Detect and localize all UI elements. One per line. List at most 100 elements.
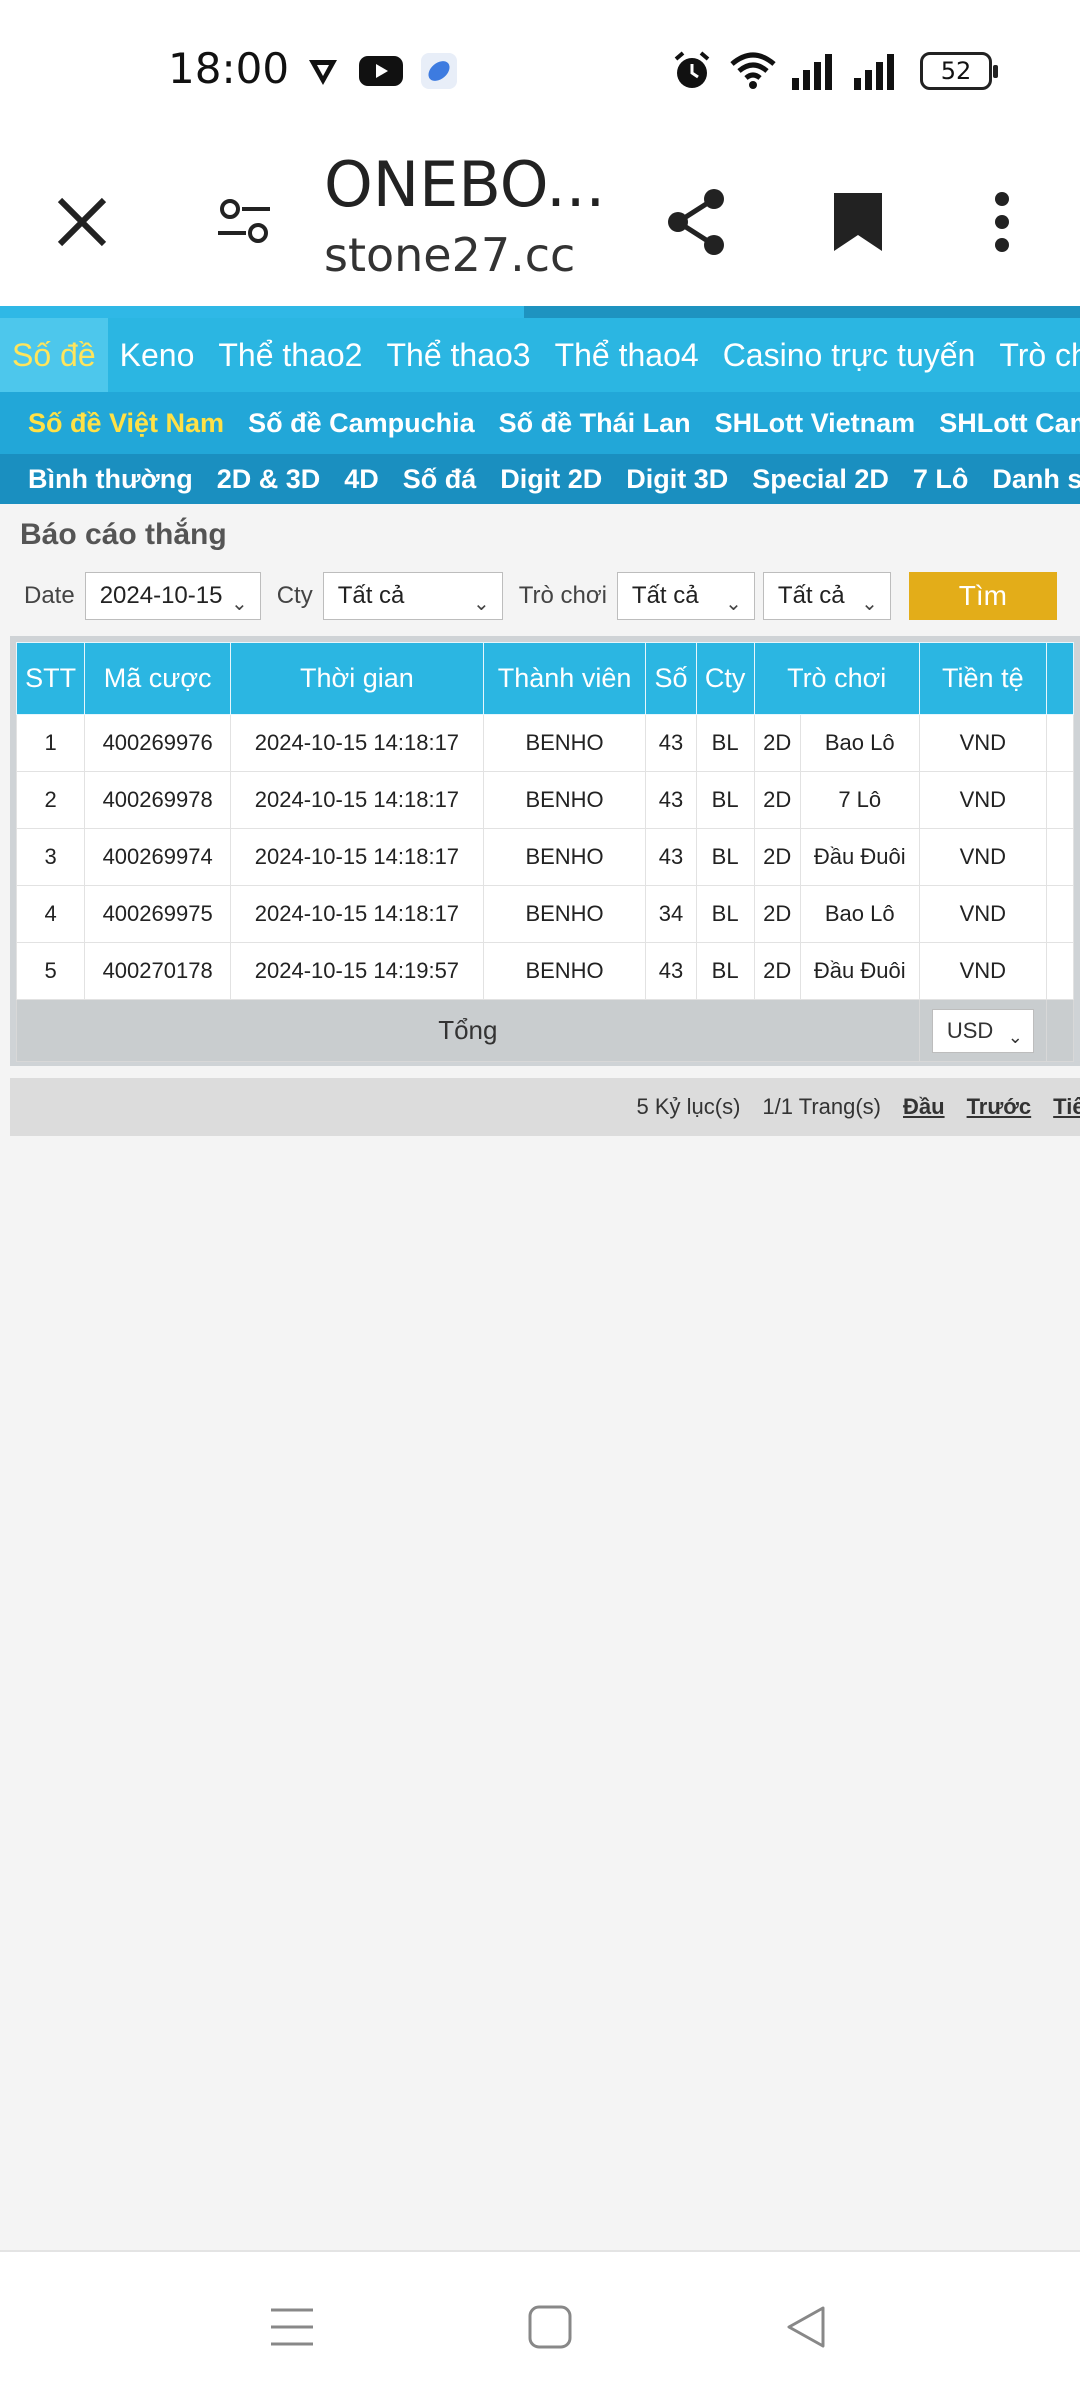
main-nav: Số đề Keno Thể thao2 Thể thao3 Thể thao4… bbox=[0, 318, 1080, 392]
table-total-row: Tổng USD ⌄ bbox=[16, 999, 1075, 1062]
cell-code: 400269976 bbox=[84, 714, 232, 772]
total-label: Tổng bbox=[16, 999, 920, 1062]
youtube-icon bbox=[359, 56, 403, 86]
prev-page-link[interactable]: Trước bbox=[967, 1094, 1032, 1120]
nav-main-tro-choi[interactable]: Trò cho bbox=[987, 318, 1080, 392]
cell-currency: VND bbox=[918, 714, 1047, 772]
cell-currency: VND bbox=[918, 771, 1047, 829]
game-label: Trò chơi bbox=[518, 582, 607, 609]
cell-game-type: 2D bbox=[753, 771, 801, 829]
cell-currency: VND bbox=[918, 828, 1047, 886]
cell-code: 400269974 bbox=[84, 828, 232, 886]
nav-main-keno[interactable]: Keno bbox=[108, 318, 207, 392]
nav-sub-campuchia[interactable]: Số đề Campuchia bbox=[236, 392, 487, 454]
app-icon bbox=[421, 53, 457, 89]
more-options-button[interactable] bbox=[954, 174, 1050, 270]
nav-type-digit-2d[interactable]: Digit 2D bbox=[488, 454, 614, 504]
more-vert-icon bbox=[995, 192, 1009, 252]
cell-game-type: 2D bbox=[753, 885, 801, 943]
back-icon bbox=[787, 2306, 825, 2348]
first-page-link[interactable]: Đầu bbox=[903, 1094, 945, 1120]
nav-sub-shlott-camb[interactable]: SHLott Camb bbox=[927, 392, 1080, 454]
date-select[interactable]: 2024-10-15 ⌄ bbox=[84, 572, 261, 620]
cell-game: Đầu Đuôi bbox=[799, 828, 920, 886]
cell-overflow bbox=[1045, 771, 1075, 829]
cell-member: BENHO bbox=[482, 942, 647, 1000]
close-tab-button[interactable] bbox=[34, 174, 130, 270]
cell-number: 43 bbox=[645, 828, 697, 886]
screen: 18:00 52 ONEBO... stone27.cc Số đề Keno … bbox=[0, 0, 1080, 2400]
cell-member: BENHO bbox=[482, 714, 647, 772]
cell-cty: BL bbox=[695, 714, 755, 772]
nav-main-casino[interactable]: Casino trực tuyến bbox=[711, 318, 988, 392]
col-currency: Tiền tệ bbox=[918, 642, 1047, 715]
game-type-select[interactable]: Tất cả ⌄ bbox=[762, 572, 891, 620]
table-body: 1 400269976 2024-10-15 14:18:17 BENHO 43… bbox=[15, 714, 1075, 1062]
bookmark-icon bbox=[834, 193, 882, 251]
share-button[interactable] bbox=[648, 174, 744, 270]
page-count: 1/1 Trang(s) bbox=[762, 1094, 882, 1119]
cell-game-type: 2D bbox=[753, 714, 801, 772]
cell-overflow bbox=[1045, 999, 1075, 1062]
next-page-link[interactable]: Tiếp bbox=[1053, 1094, 1080, 1120]
table-row: 5 400270178 2024-10-15 14:19:57 BENHO 43… bbox=[15, 942, 1075, 1000]
nav-type-digit-3d[interactable]: Digit 3D bbox=[614, 454, 740, 504]
cty-select[interactable]: Tất cả ⌄ bbox=[322, 572, 503, 620]
sub-nav: Số đề Việt Nam Số đề Campuchia Số đề Thá… bbox=[0, 392, 1080, 454]
cell-stt: 3 bbox=[15, 828, 86, 886]
nav-type-4d[interactable]: 4D bbox=[332, 454, 391, 504]
nav-type-danh-sach[interactable]: Danh sách bbox=[980, 454, 1080, 504]
col-number: Số bbox=[645, 642, 697, 715]
nav-type-7-lo[interactable]: 7 Lô bbox=[901, 454, 981, 504]
game-select[interactable]: Tất cả ⌄ bbox=[616, 572, 755, 620]
system-nav-bar bbox=[0, 2250, 1080, 2400]
page-progress-track bbox=[524, 306, 1080, 318]
cell-stt: 5 bbox=[15, 942, 86, 1000]
currency-select[interactable]: USD ⌄ bbox=[931, 1008, 1034, 1053]
cty-label: Cty bbox=[276, 582, 313, 609]
page-url[interactable]: stone27.cc bbox=[324, 228, 575, 282]
recent-apps-button[interactable] bbox=[252, 2292, 332, 2362]
nav-main-so-de[interactable]: Số đề bbox=[0, 318, 108, 392]
bookmark-button[interactable] bbox=[810, 174, 906, 270]
table-row: 4 400269975 2024-10-15 14:18:17 BENHO 34… bbox=[15, 885, 1075, 943]
site-settings-button[interactable] bbox=[196, 174, 292, 270]
nav-type-binh-thuong[interactable]: Bình thường bbox=[16, 454, 205, 504]
nav-sub-shlott-vietnam[interactable]: SHLott Vietnam bbox=[703, 392, 928, 454]
game-type-value: Tất cả bbox=[777, 582, 845, 609]
nav-sub-vietnam[interactable]: Số đề Việt Nam bbox=[16, 392, 236, 454]
chevron-down-icon: ⌄ bbox=[861, 593, 878, 615]
nav-type-so-da[interactable]: Số đá bbox=[391, 454, 489, 504]
status-time: 18:00 bbox=[168, 44, 290, 93]
cell-cty: BL bbox=[695, 942, 755, 1000]
cty-value: Tất cả bbox=[337, 582, 405, 609]
col-time: Thời gian bbox=[230, 642, 484, 715]
home-button[interactable] bbox=[510, 2292, 590, 2362]
alarm-icon bbox=[674, 51, 710, 88]
cell-game: Bao Lô bbox=[799, 714, 920, 772]
cell-stt: 1 bbox=[15, 714, 86, 772]
home-icon bbox=[528, 2305, 572, 2349]
wifi-icon bbox=[730, 52, 776, 89]
cell-number: 43 bbox=[645, 714, 697, 772]
nav-main-the-thao4[interactable]: Thể thao4 bbox=[543, 318, 711, 392]
record-count: 5 Kỷ lục(s) bbox=[636, 1094, 741, 1119]
nav-type-special-2d[interactable]: Special 2D bbox=[740, 454, 901, 504]
nav-main-the-thao3[interactable]: Thể thao3 bbox=[374, 318, 542, 392]
nav-main-the-thao2[interactable]: Thể thao2 bbox=[206, 318, 374, 392]
cell-overflow bbox=[1045, 714, 1075, 772]
cell-time: 2024-10-15 14:18:17 bbox=[230, 714, 484, 772]
game-value: Tất cả bbox=[631, 582, 699, 609]
cell-code: 400270178 bbox=[84, 942, 232, 1000]
search-button[interactable]: Tìm bbox=[908, 572, 1057, 620]
cell-time: 2024-10-15 14:19:57 bbox=[230, 942, 484, 1000]
cell-number: 43 bbox=[645, 771, 697, 829]
back-button[interactable] bbox=[766, 2292, 846, 2362]
table-row: 2 400269978 2024-10-15 14:18:17 BENHO 43… bbox=[15, 771, 1075, 829]
cell-member: BENHO bbox=[482, 771, 647, 829]
filter-bar: Date 2024-10-15 ⌄ Cty Tất cả ⌄ Trò chơi … bbox=[24, 572, 1057, 620]
cell-cty: BL bbox=[695, 885, 755, 943]
nav-type-2d-3d[interactable]: 2D & 3D bbox=[205, 454, 333, 504]
cell-game-type: 2D bbox=[753, 828, 801, 886]
nav-sub-thai-lan[interactable]: Số đề Thái Lan bbox=[487, 392, 703, 454]
